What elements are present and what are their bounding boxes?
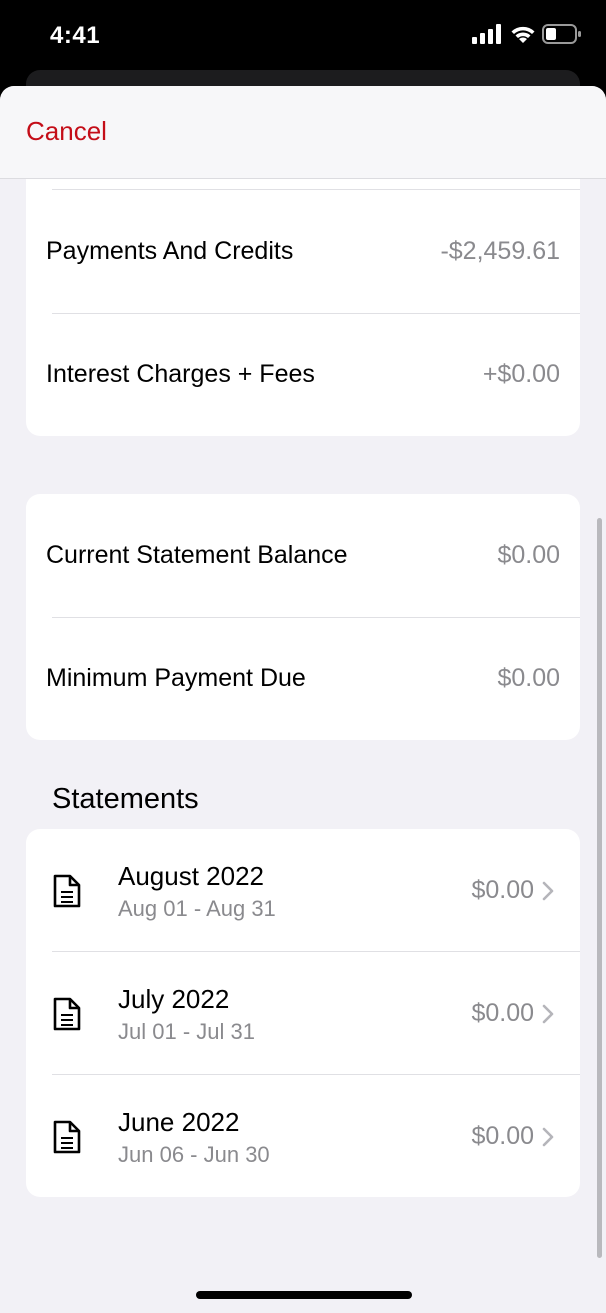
statement-amount: $0.00: [471, 876, 534, 904]
statement-date-range: Jun 06 - Jun 30: [118, 1142, 270, 1167]
statement-row-july-2022[interactable]: July 2022 Jul 01 - Jul 31 $0.00: [26, 952, 580, 1075]
statement-title: June 2022: [118, 1107, 240, 1137]
document-icon: [53, 874, 81, 908]
payments-credits-value: -$2,459.61: [440, 237, 560, 265]
statement-row-june-2022[interactable]: June 2022 Jun 06 - Jun 30 $0.00: [26, 1075, 580, 1197]
status-bar: 4:41: [0, 0, 606, 72]
statement-title: July 2022: [118, 984, 230, 1014]
minimum-payment-row: Minimum Payment Due $0.00: [26, 617, 580, 740]
chevron-right-icon: [542, 1127, 554, 1147]
sheet-nav-bar: Cancel: [0, 86, 606, 179]
interest-fees-label: Interest Charges + Fees: [46, 360, 315, 388]
document-icon: [53, 1120, 81, 1154]
statement-row-august-2022[interactable]: August 2022 Aug 01 - Aug 31 $0.00: [26, 829, 580, 952]
statement-balance-row: Current Statement Balance $0.00: [26, 494, 580, 617]
scrollbar[interactable]: [597, 518, 602, 1258]
cellular-signal-icon: [472, 24, 501, 44]
scroll-content[interactable]: Payments And Credits -$2,459.61 Interest…: [0, 86, 606, 1313]
cancel-button[interactable]: Cancel: [26, 116, 107, 147]
interest-fees-value: +$0.00: [482, 360, 560, 388]
payments-credits-row: Payments And Credits -$2,459.61: [26, 190, 580, 313]
statement-date-range: Jul 01 - Jul 31: [118, 1019, 255, 1044]
statement-title: August 2022: [118, 861, 265, 891]
payments-credits-label: Payments And Credits: [46, 237, 294, 265]
chevron-right-icon: [542, 1004, 554, 1024]
statement-balance-value: $0.00: [497, 541, 560, 569]
statement-balance-label: Current Statement Balance: [46, 541, 348, 569]
home-indicator[interactable]: [196, 1291, 412, 1299]
wifi-icon: [511, 26, 535, 43]
statement-date-range: Aug 01 - Aug 31: [118, 896, 276, 921]
statements-card: August 2022 Aug 01 - Aug 31 $0.00 July 2…: [26, 829, 580, 1197]
statement-amount: $0.00: [471, 999, 534, 1027]
interest-fees-row: Interest Charges + Fees +$0.00: [26, 313, 580, 436]
minimum-payment-label: Minimum Payment Due: [46, 664, 306, 692]
battery-icon: [542, 24, 581, 44]
chevron-right-icon: [542, 881, 554, 901]
balance-card: Current Statement Balance $0.00 Minimum …: [26, 494, 580, 740]
statements-sheet: Cancel Payments And Credits -$2,459.61 I…: [0, 86, 606, 1313]
document-icon: [53, 997, 81, 1031]
statement-amount: $0.00: [471, 1122, 534, 1150]
minimum-payment-value: $0.00: [497, 664, 560, 692]
status-time: 4:41: [50, 22, 101, 49]
statements-section-title: Statements: [52, 783, 199, 815]
